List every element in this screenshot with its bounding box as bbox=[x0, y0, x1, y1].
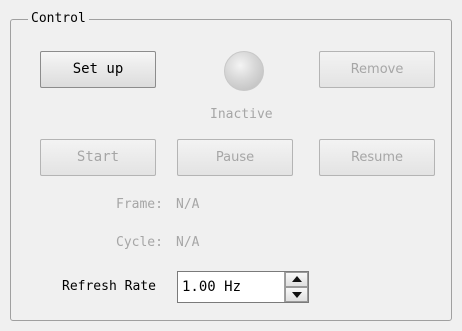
refresh-rate-value[interactable]: 1.00 Hz bbox=[182, 278, 241, 296]
frame-label: Frame: bbox=[116, 197, 163, 212]
spin-down-button[interactable] bbox=[285, 287, 308, 302]
status-indicator-icon bbox=[224, 51, 264, 91]
refresh-rate-spinbox[interactable]: 1.00 Hz bbox=[177, 271, 309, 303]
remove-button[interactable]: Remove bbox=[319, 51, 435, 88]
control-group-title: Control bbox=[28, 10, 89, 28]
frame-value: N/A bbox=[176, 197, 200, 212]
triangle-up-icon bbox=[292, 276, 302, 282]
setup-button[interactable]: Set up bbox=[40, 51, 156, 88]
triangle-down-icon bbox=[292, 292, 302, 298]
status-text: Inactive bbox=[210, 107, 273, 122]
start-button[interactable]: Start bbox=[40, 139, 156, 176]
cycle-value: N/A bbox=[176, 235, 200, 250]
cycle-label: Cycle: bbox=[116, 235, 163, 250]
refresh-rate-label: Refresh Rate bbox=[62, 279, 156, 294]
spin-up-button[interactable] bbox=[285, 272, 308, 287]
resume-button[interactable]: Resume bbox=[319, 139, 435, 176]
spin-buttons bbox=[284, 272, 308, 302]
pause-button[interactable]: Pause bbox=[177, 139, 293, 176]
